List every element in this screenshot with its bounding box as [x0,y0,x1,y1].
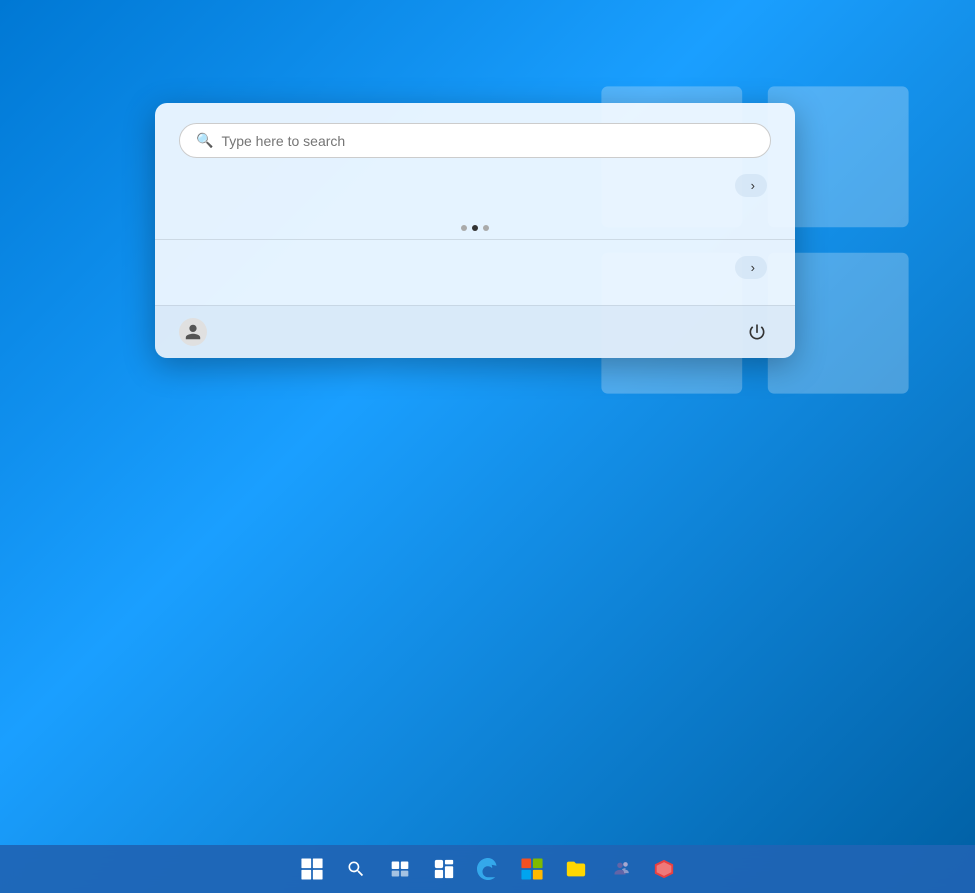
search-bar[interactable]: 🔍 [179,123,771,158]
taskbar-explorer-button[interactable] [556,849,596,889]
taskbar-start-button[interactable] [292,849,332,889]
chevron-right-icon: › [751,178,755,193]
taskbar-taskview-button[interactable] [380,849,420,889]
section-divider [155,239,795,240]
search-icon: 🔍 [196,132,213,149]
pinned-header: › [155,174,795,207]
chevron-right-icon: › [751,260,755,275]
avatar [179,318,207,346]
taskbar-search-button[interactable] [336,849,376,889]
taskbar-office365-button[interactable] [644,849,684,889]
start-menu: 🔍 › › [155,103,795,358]
taskbar-store-button[interactable] [512,849,552,889]
more-button[interactable]: › [735,256,767,279]
taskbar-edge-button[interactable] [468,849,508,889]
taskbar-teams-button[interactable] [600,849,640,889]
recommended-section: › [155,244,795,305]
power-button[interactable] [743,318,771,346]
taskbar-widgets-button[interactable] [424,849,464,889]
taskbar [0,845,975,893]
search-input[interactable] [221,133,754,149]
user-info[interactable] [179,318,217,346]
recommended-header: › [179,256,771,279]
page-dots [461,225,489,231]
user-bar [155,305,795,358]
pinned-grid [155,207,795,223]
all-apps-button[interactable]: › [735,174,767,197]
